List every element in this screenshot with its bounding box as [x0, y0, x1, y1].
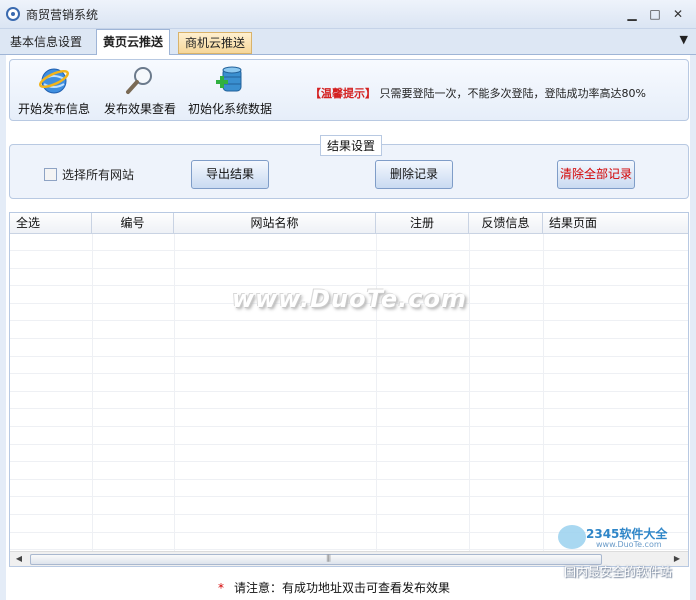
table-row[interactable] — [10, 340, 688, 357]
column-select-all[interactable]: 全选 — [10, 213, 92, 233]
table-row[interactable] — [10, 357, 688, 375]
maximize-button[interactable]: □ — [647, 6, 663, 22]
column-feedback[interactable]: 反馈信息 — [469, 213, 543, 233]
column-result-page[interactable]: 结果页面 — [543, 213, 688, 233]
init-data-button[interactable]: 初始化系统数据 — [188, 64, 272, 117]
export-results-button[interactable]: 导出结果 — [191, 160, 269, 189]
app-logo-icon — [6, 7, 20, 21]
column-register[interactable]: 注册 — [376, 213, 469, 233]
app-window: 商贸营销系统 ▁ □ ✕ 基本信息设置 黄页云推送 商机云推送 ▼ 开始发布信息 — [0, 0, 696, 600]
table-row[interactable] — [10, 445, 688, 463]
tab-bar: 基本信息设置 黄页云推送 商机云推送 ▼ — [0, 29, 696, 56]
minimize-button[interactable]: ▁ — [624, 6, 640, 22]
table-row[interactable] — [10, 392, 688, 410]
table-header: 全选 编号 网站名称 注册 反馈信息 结果页面 — [10, 213, 688, 234]
table-row[interactable] — [10, 375, 688, 392]
table-row[interactable] — [10, 480, 688, 498]
table-body — [10, 234, 688, 552]
mascot-icon — [558, 525, 586, 549]
table-row[interactable] — [10, 322, 688, 339]
select-all-sites-checkbox[interactable] — [44, 168, 57, 181]
corner-slogan: 国内最安全的软件站 — [564, 565, 673, 579]
tab-yellow-pages-push[interactable]: 黄页云推送 — [96, 29, 171, 56]
toolbar-panel: 开始发布信息 发布效果查看 初始化系统数据 【温馨提示】 只需要登陆一次，不能多… — [9, 59, 689, 121]
table-row[interactable] — [10, 410, 688, 427]
clear-all-records-button[interactable]: 清除全部记录 — [557, 160, 635, 189]
scroll-grip-icon: ||| — [326, 554, 331, 562]
magnifier-icon — [124, 64, 156, 96]
corner-watermark-logo: 2345软件大全 www.DuoTe.com 国内最安全的软件站 — [556, 519, 692, 581]
close-button[interactable]: ✕ — [670, 6, 686, 22]
window-title: 商贸营销系统 — [26, 8, 99, 22]
result-settings-legend: 结果设置 — [320, 135, 383, 156]
corner-url: www.DuoTe.com — [596, 540, 662, 549]
scroll-left-icon[interactable]: ◀ — [12, 552, 26, 566]
table-row[interactable] — [10, 234, 688, 251]
browser-globe-icon — [38, 64, 70, 96]
init-data-label: 初始化系统数据 — [188, 102, 273, 116]
start-publish-button[interactable]: 开始发布信息 — [18, 64, 90, 117]
table-row[interactable] — [10, 269, 688, 287]
footnote-star: * — [218, 581, 224, 595]
result-settings-panel: 结果设置 选择所有网站 导出结果 删除记录 清除全部记录 — [9, 135, 689, 199]
tab-basic-info[interactable]: 基本信息设置 — [4, 31, 88, 53]
table-row[interactable] — [10, 463, 688, 480]
select-all-sites-label[interactable]: 选择所有网站 — [62, 166, 134, 183]
table-row[interactable] — [10, 428, 688, 445]
tab-business-push[interactable]: 商机云推送 — [178, 32, 253, 54]
warm-tip-text: 只需要登陆一次，不能多次登陆，登陆成功率高达80% — [379, 87, 646, 100]
view-results-label: 发布效果查看 — [103, 102, 176, 116]
column-site-name[interactable]: 网站名称 — [174, 213, 376, 233]
warm-tip-tag: 【温馨提示】 — [310, 87, 376, 100]
scrollbar-thumb[interactable] — [30, 554, 602, 565]
title-bar: 商贸营销系统 ▁ □ ✕ — [0, 0, 696, 29]
footnote-text: 请注意：有成功地址双击可查看发布效果 — [234, 581, 451, 595]
footnote: * 请注意：有成功地址双击可查看发布效果 — [218, 579, 450, 596]
table-row[interactable] — [10, 252, 688, 269]
table-row[interactable] — [10, 498, 688, 515]
results-table[interactable]: 全选 编号 网站名称 注册 反馈信息 结果页面 www.DuoTe.com ◀ … — [9, 212, 689, 567]
start-publish-label: 开始发布信息 — [18, 102, 91, 116]
delete-records-button[interactable]: 删除记录 — [375, 160, 453, 189]
database-add-icon — [214, 64, 246, 96]
duote-watermark: www.DuoTe.com — [232, 285, 467, 313]
column-number[interactable]: 编号 — [92, 213, 174, 233]
warm-tip: 【温馨提示】 只需要登陆一次，不能多次登陆，登陆成功率高达80% — [310, 85, 646, 101]
tab-menu-arrow-icon[interactable]: ▼ — [680, 33, 688, 46]
view-results-button[interactable]: 发布效果查看 — [102, 64, 178, 117]
